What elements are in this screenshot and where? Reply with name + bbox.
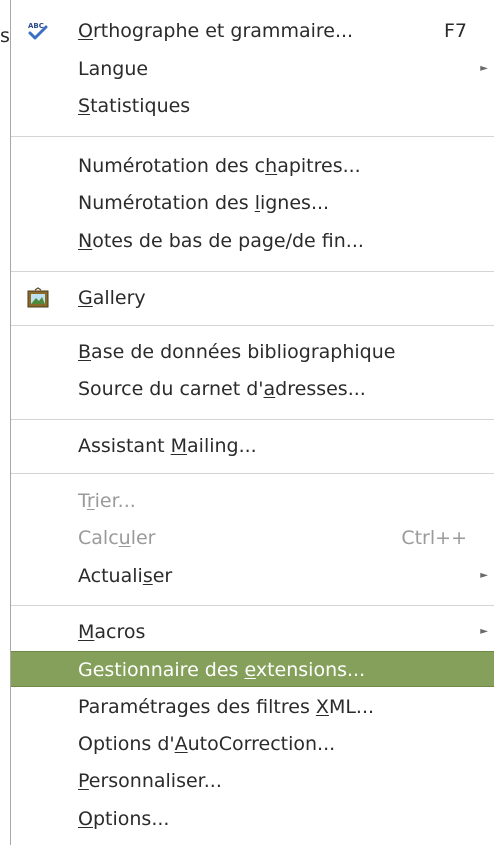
menu-item-calculate: Calculer Ctrl++ [11,520,494,556]
menu-separator [11,605,494,606]
menu-item-label: Gestionnaire des extensions... [78,659,366,681]
menu-separator [11,419,494,420]
svg-text:ABC: ABC [28,22,44,30]
shortcut-label: F7 [443,20,467,42]
menu-item-language[interactable]: Langue ► [11,51,494,87]
menu-item-options[interactable]: Options... [11,801,494,837]
menu-item-label: Calculer [78,527,156,549]
menu-separator [11,473,494,474]
menu-item-footnotes[interactable]: Notes de bas de page/de fin... [11,223,494,259]
menu-separator [11,136,494,137]
menu-separator [11,271,494,272]
partial-background-text: s [0,25,9,47]
gallery-icon [27,287,49,308]
menu-item-macros[interactable]: Macros ► [11,614,494,650]
menu-item-label: Trier... [78,490,136,512]
menu-item-extension-manager[interactable]: Gestionnaire des extensions... [11,651,494,687]
menu-item-label: Langue [78,58,149,80]
menu-item-bibliography-database[interactable]: Base de données bibliographique [11,334,494,370]
menu-item-label: Options... [78,808,170,830]
menu-item-sort: Trier... [11,483,494,519]
tools-menu: ABC Orthographe et grammaire... F7 Langu… [10,0,494,845]
menu-item-label: Notes de bas de page/de fin... [78,230,364,252]
menu-item-spelling[interactable]: ABC Orthographe et grammaire... F7 [11,13,494,49]
menu-item-mailing-wizard[interactable]: Assistant Mailing... [11,428,494,464]
menu-item-label: Paramétrages des filtres XML... [78,696,375,718]
menu-item-label: Options d'AutoCorrection... [78,733,336,755]
shortcut-label: Ctrl++ [401,527,467,549]
menu-item-customize[interactable]: Personnaliser... [11,763,494,799]
menu-item-label: Numérotation des lignes... [78,192,330,214]
menu-item-gallery[interactable]: Gallery [11,280,494,316]
menu-item-label: Macros [78,621,146,643]
menu-item-label: Statistiques [78,95,191,117]
spellcheck-icon: ABC [28,22,48,40]
menu-item-line-numbering[interactable]: Numérotation des lignes... [11,185,494,221]
menu-item-label: Assistant Mailing... [78,435,257,457]
menu-item-statistics[interactable]: Statistiques [11,88,494,124]
menu-item-chapter-numbering[interactable]: Numérotation des chapitres... [11,148,494,184]
menu-item-label: Orthographe et grammaire... [78,20,354,42]
menu-item-label: Source du carnet d'adresses... [78,378,366,400]
menu-separator [11,325,494,326]
menu-item-label: Personnaliser... [78,770,222,792]
menu-item-label: Numérotation des chapitres... [78,155,361,177]
submenu-arrow-icon: ► [480,570,488,581]
menu-item-label: Actualiser [78,565,173,587]
menu-item-update[interactable]: Actualiser ► [11,558,494,594]
submenu-arrow-icon: ► [480,63,488,74]
menu-item-label: Gallery [78,287,146,309]
menu-item-autocorrect-options[interactable]: Options d'AutoCorrection... [11,726,494,762]
submenu-arrow-icon: ► [480,626,488,637]
menu-item-label: Base de données bibliographique [78,341,396,363]
menu-item-address-book-source[interactable]: Source du carnet d'adresses... [11,371,494,407]
menu-item-xml-filter-settings[interactable]: Paramétrages des filtres XML... [11,689,494,725]
